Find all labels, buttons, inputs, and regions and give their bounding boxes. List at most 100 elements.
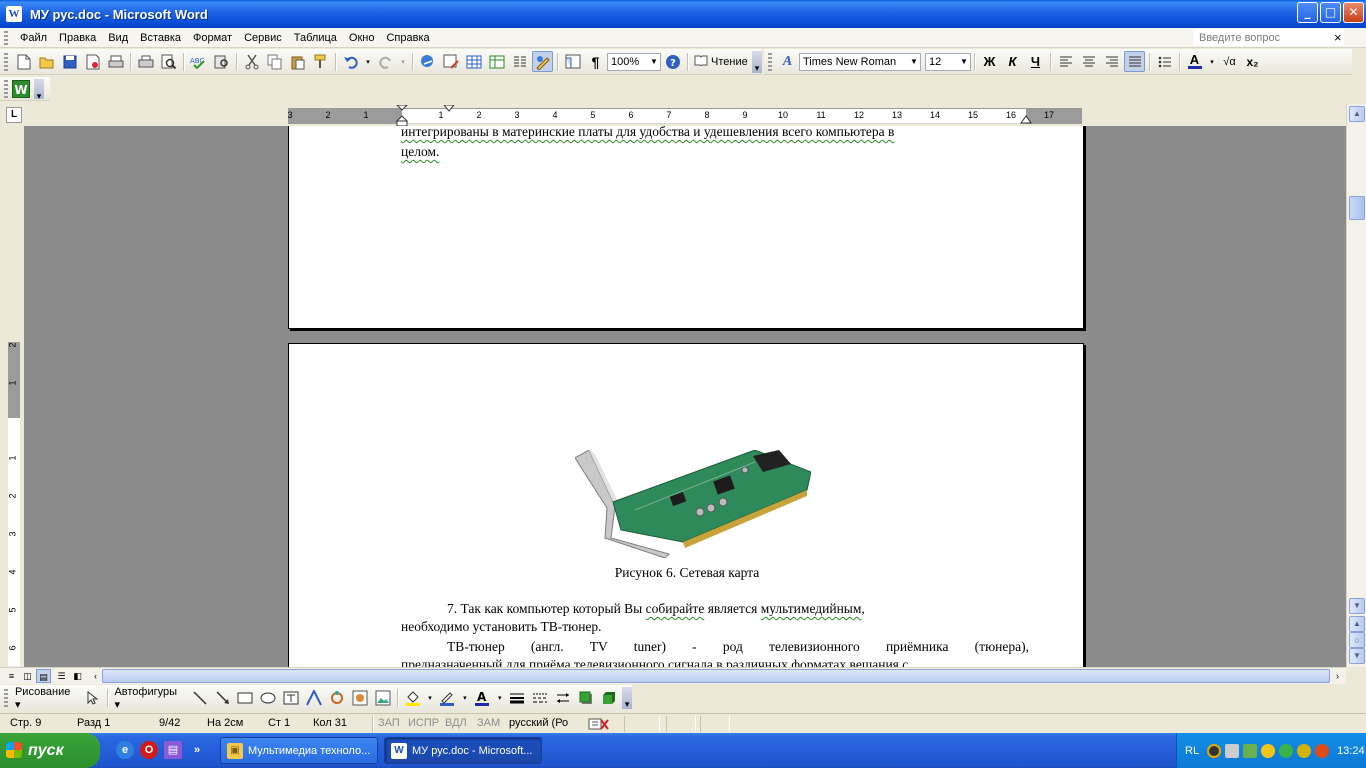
- fill-color-icon[interactable]: [402, 688, 423, 709]
- chevron-down-icon[interactable]: ▼: [648, 54, 660, 70]
- menu-table[interactable]: Таблица: [288, 29, 343, 47]
- font-color-dropdown-icon[interactable]: ▾: [1207, 51, 1217, 72]
- taskbar-item-multimedia[interactable]: ▣ Мультимедиа техноло...: [220, 737, 378, 764]
- internet-explorer-icon[interactable]: e: [116, 741, 134, 759]
- eye-tray-icon[interactable]: [1207, 743, 1222, 758]
- reading-mode-button[interactable]: Чтение: [691, 54, 751, 69]
- close-document-button[interactable]: ×: [1334, 30, 1348, 45]
- paragraph-7[interactable]: 7. Так как компьютер который Вы собирайт…: [401, 600, 1029, 618]
- toolbar-grip[interactable]: [4, 689, 8, 707]
- menu-file[interactable]: Файл: [14, 29, 53, 47]
- subscript-button[interactable]: x₂: [1242, 51, 1263, 72]
- align-left-icon[interactable]: [1055, 51, 1076, 72]
- insert-excel-icon[interactable]: [486, 51, 507, 72]
- status-language[interactable]: русский (Ро: [509, 717, 568, 729]
- paste-icon[interactable]: [287, 51, 308, 72]
- print-layout-view-icon[interactable]: ▤: [36, 669, 51, 683]
- chevron-down-icon[interactable]: ▼: [908, 54, 920, 70]
- new-document-icon[interactable]: [13, 51, 34, 72]
- toolbar-grip[interactable]: [4, 52, 8, 71]
- page-previous[interactable]: интегрированы в материнские платы для уд…: [288, 126, 1084, 329]
- outline-view-icon[interactable]: ☰: [54, 669, 69, 683]
- diagram-icon[interactable]: [327, 688, 348, 709]
- font-color-draw-icon[interactable]: A: [472, 688, 493, 709]
- autoshapes-menu-button[interactable]: Автофигуры ▾: [111, 686, 188, 711]
- tab-selector-button[interactable]: L: [6, 107, 22, 123]
- menu-tools[interactable]: Сервис: [238, 29, 288, 47]
- print-icon[interactable]: [105, 51, 126, 72]
- document-map-icon[interactable]: [562, 51, 583, 72]
- web-view-icon[interactable]: ◫: [20, 669, 35, 683]
- toolbar-options-chevron-icon[interactable]: ▾: [34, 78, 44, 101]
- title-bar[interactable]: W МУ рус.doc - Microsoft Word _ □ ✕: [0, 0, 1366, 28]
- at-sign-tray-icon[interactable]: [1261, 743, 1276, 758]
- justify-icon[interactable]: [1124, 51, 1145, 72]
- fill-color-dropdown-icon[interactable]: ▾: [425, 688, 435, 709]
- open-folder-icon[interactable]: [36, 51, 57, 72]
- status-overtype[interactable]: ЗАМ: [477, 717, 500, 729]
- antivirus-tray-icon[interactable]: [1315, 743, 1330, 758]
- scroll-right-icon[interactable]: ›: [1330, 669, 1345, 683]
- toolbar-grip[interactable]: [768, 52, 772, 71]
- horizontal-ruler[interactable]: 3 2 1 1 2 3 4 5 6 7 8 9 10 11 12 13 14 1…: [287, 105, 1082, 127]
- research-icon[interactable]: [211, 51, 232, 72]
- close-button[interactable]: ✕: [1343, 2, 1364, 23]
- toolbar-options-chevron-icon[interactable]: ▾: [752, 50, 762, 73]
- save-icon[interactable]: [59, 51, 80, 72]
- menu-help[interactable]: Справка: [380, 29, 435, 47]
- line-color-dropdown-icon[interactable]: ▾: [460, 688, 470, 709]
- toolbar-options-chevron-icon[interactable]: ▾: [622, 687, 633, 709]
- help-icon[interactable]: ?: [662, 51, 683, 72]
- vertical-scroll-thumb[interactable]: [1349, 196, 1365, 220]
- columns-icon[interactable]: [509, 51, 530, 72]
- 3d-style-icon[interactable]: [598, 688, 619, 709]
- hyperlink-icon[interactable]: [417, 51, 438, 72]
- oval-tool-icon[interactable]: [258, 688, 279, 709]
- wifi-tray-icon[interactable]: [1279, 743, 1294, 758]
- page1-text-line1[interactable]: интегрированы в материнские платы для уд…: [401, 126, 1029, 141]
- line-tool-icon[interactable]: [189, 688, 210, 709]
- italic-button[interactable]: К: [1002, 51, 1023, 72]
- paragraph-7-line2[interactable]: необходимо установить ТВ-тюнер.: [401, 618, 602, 636]
- rectangle-tool-icon[interactable]: [235, 688, 256, 709]
- format-painter-icon[interactable]: [310, 51, 331, 72]
- underline-button[interactable]: Ч: [1025, 51, 1046, 72]
- previous-page-icon[interactable]: ▲: [1349, 616, 1365, 632]
- drawing-menu-button[interactable]: Рисование ▾: [12, 686, 82, 711]
- menu-window[interactable]: Окно: [343, 29, 381, 47]
- shadow-style-icon[interactable]: [575, 688, 596, 709]
- taskbar-item-word-document[interactable]: W МУ рус.doc - Microsoft...: [384, 737, 542, 764]
- dash-style-icon[interactable]: [530, 688, 551, 709]
- ask-question-input[interactable]: Введите вопрос: [1194, 29, 1344, 46]
- start-button[interactable]: пуск: [0, 733, 100, 768]
- menu-edit[interactable]: Правка: [53, 29, 102, 47]
- preview-magnifier-icon[interactable]: [158, 51, 179, 72]
- language-indicator[interactable]: RL: [1185, 745, 1199, 757]
- font-name-select[interactable]: Times New Roman ▼: [799, 52, 921, 71]
- first-line-indent-icon[interactable]: [442, 105, 456, 113]
- arrow-tool-icon[interactable]: [212, 688, 233, 709]
- printer-tray-icon[interactable]: [1225, 743, 1240, 758]
- opera-icon[interactable]: O: [140, 741, 158, 759]
- minimize-button[interactable]: _: [1297, 2, 1318, 23]
- undo-icon[interactable]: [340, 51, 361, 72]
- word-addin-icon[interactable]: W: [12, 79, 30, 98]
- font-color-draw-dropdown-icon[interactable]: ▾: [495, 688, 505, 709]
- scroll-left-icon[interactable]: ‹: [88, 669, 103, 683]
- insert-table-icon[interactable]: [463, 51, 484, 72]
- undo-dropdown-icon[interactable]: ▾: [363, 51, 373, 72]
- vertical-scrollbar[interactable]: ▲ ▼ ▲ ○ ▼: [1346, 104, 1366, 667]
- status-track-changes[interactable]: ИСПР: [408, 717, 439, 729]
- styles-icon[interactable]: A: [777, 51, 798, 72]
- paragraph-tv-tuner-line2[interactable]: предназначенный для приёма телевизионног…: [401, 656, 1029, 667]
- scroll-up-icon[interactable]: ▲: [1349, 106, 1365, 122]
- normal-view-icon[interactable]: ≡: [4, 669, 19, 683]
- font-size-select[interactable]: 12 ▼: [925, 52, 971, 71]
- toolbar-grip[interactable]: [4, 79, 8, 98]
- page-current[interactable]: Рисунок 6. Сетевая карта 7. Так как комп…: [288, 343, 1084, 667]
- menu-insert[interactable]: Вставка: [134, 29, 187, 47]
- line-style-icon[interactable]: [507, 688, 528, 709]
- reading-view-icon[interactable]: ◧: [70, 669, 85, 683]
- next-page-icon[interactable]: ▼: [1349, 648, 1365, 664]
- status-record-macro[interactable]: ЗАП: [378, 717, 400, 729]
